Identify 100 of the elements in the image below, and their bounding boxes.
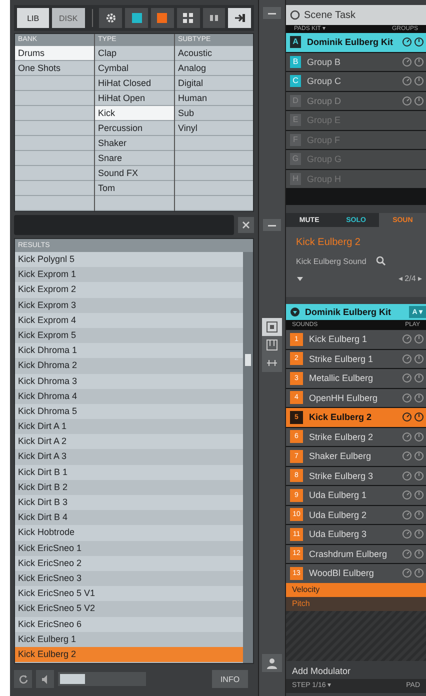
power-icon [414,373,424,384]
arrow-into-bar-icon [234,12,246,24]
knob-icon [402,76,412,86]
tag-item[interactable]: Tom [95,181,174,196]
result-item[interactable]: Kick Dirt A 2 [15,434,243,450]
scrollbar[interactable] [243,252,253,663]
toolbar-button[interactable] [99,8,122,28]
tag-item[interactable]: Shaker [95,136,174,151]
group-row[interactable]: C Group C [286,72,426,90]
sound-name: Metallic Eulberg [309,373,374,384]
group-row[interactable]: B Group B [286,52,426,71]
speaker-icon [41,674,49,684]
refresh-icon [18,674,28,684]
power-icon [414,451,424,462]
tag-item[interactable]: Acoustic [175,46,253,61]
tag-item[interactable]: Kick [95,106,174,121]
group-row[interactable]: A Dominik Eulberg Kit [286,33,426,52]
modulator-item[interactable]: Pitch [286,596,426,610]
knob-icon [402,490,412,500]
knob-icon [402,548,412,559]
mixer-button[interactable] [262,354,282,372]
refresh-button[interactable] [14,670,32,688]
info-button[interactable]: INFO [212,670,248,688]
result-item[interactable]: Kick Dhroma 3 [15,374,243,389]
title-text: Scene Task [304,10,356,20]
knob-icon [402,451,412,462]
knob-icon [402,529,412,540]
knob-icon [402,56,412,67]
tag-item[interactable]: Analog [175,61,253,76]
result-item[interactable]: Kick Hobtrode [15,525,243,541]
result-item[interactable]: Kick Polygnl 5 [15,252,243,268]
tag-item[interactable]: Drums [15,46,94,61]
sound-name: Uda Eulberg 3 [309,529,367,540]
person-button[interactable] [262,654,282,672]
knob-icon [402,334,412,344]
result-item[interactable]: Kick EricSneo 5 V1 [15,586,243,602]
speaker-button[interactable] [36,670,54,688]
browser-tab[interactable]: DISK [52,8,84,28]
browser-tab[interactable]: LIB [17,8,50,28]
result-item[interactable]: Kick Exprom 3 [15,298,243,313]
caret-icon[interactable] [296,274,304,282]
tag-item[interactable]: One Shots [15,61,94,76]
tag-item[interactable]: Snare [95,151,174,166]
tag-item[interactable]: Sound FX [95,166,174,181]
result-item[interactable]: Kick Eulberg 1 [15,632,243,647]
toolbar-button[interactable] [176,8,200,28]
power-icon [414,529,424,540]
result-item[interactable]: Kick Eulberg 2 [15,646,243,662]
sound-name: Strike Eulberg 3 [309,470,374,481]
tag-item[interactable]: Percussion [95,121,174,136]
power-icon [414,490,424,500]
collapse-button[interactable] [263,219,281,231]
view-button[interactable] [262,318,282,336]
tag-item[interactable]: Digital [175,76,253,91]
result-item[interactable]: Kick Exprom 2 [15,282,243,298]
group-name: Group C [307,76,342,86]
sound-name: Kick Eulberg 2 [296,237,362,248]
sliders-icon [266,357,278,369]
toolbar-button[interactable] [150,8,174,28]
zoom-slider[interactable] [58,672,146,686]
sound-name: Shaker Eulberg [309,451,372,462]
power-icon [414,76,424,86]
square-icon [266,321,278,333]
collapse-button[interactable] [263,7,281,19]
tag-item[interactable]: Sub [175,106,253,121]
knob-icon [402,568,412,578]
group-name: Group B [307,56,341,67]
grid-icon [182,12,194,24]
tag-item[interactable]: Vinyl [175,121,253,136]
tag-item[interactable]: HiHat Closed [95,76,174,91]
toolbar-button[interactable] [202,8,226,28]
square-icon [156,12,168,24]
knob-icon [402,392,412,403]
knob-icon [402,354,412,364]
power-icon [414,432,424,442]
knob-icon [402,37,412,48]
modulator-item[interactable]: Velocity [286,582,426,596]
caret-icon[interactable] [290,307,300,317]
result-item[interactable]: Kick EricSneo 2 [15,556,243,571]
sound-name: OpenHH Eulberg [309,392,378,403]
tag-item[interactable]: Clap [95,46,174,61]
search-icon[interactable] [376,256,386,266]
page-indicator: ◂ 2/4 ▸ [398,274,422,283]
toolbar-button[interactable] [228,8,252,28]
knob-icon [402,373,412,384]
group-letter: A [290,36,301,48]
tag-item[interactable]: Human [175,91,253,106]
tag-item[interactable]: Cymbal [95,61,174,76]
power-icon [414,548,424,559]
group-name: Dominik Eulberg Kit [307,37,394,48]
result-item[interactable]: Kick EricSneo 6 [15,616,243,632]
result-item[interactable]: Kick Dirt B 3 [15,495,243,510]
close-button[interactable] [238,217,254,233]
keyboard-button[interactable] [262,336,282,354]
result-item[interactable]: Kick Dirt B 1 [15,464,243,480]
result-item[interactable]: Kick Exprom 4 [15,312,243,328]
result-item[interactable]: Kick Dhroma 1 [15,343,243,358]
gear-icon [104,12,117,24]
search-field[interactable] [14,215,234,235]
result-item[interactable]: Kick Dhroma 5 [15,404,243,420]
